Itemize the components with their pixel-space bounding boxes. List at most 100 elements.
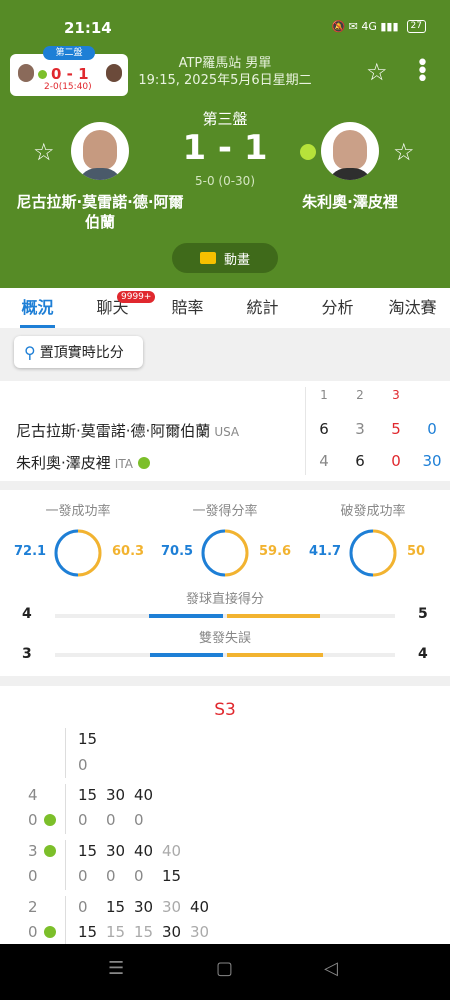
point-bottom: 0 xyxy=(78,867,88,885)
game-count-bottom: 0 xyxy=(28,867,38,885)
home-icon[interactable]: ▢ xyxy=(216,958,233,979)
tab-label: 淘汰賽 xyxy=(388,298,437,317)
point-top: 40 xyxy=(190,898,210,916)
tab-label: 分析 xyxy=(321,298,354,317)
score-cell: 6 xyxy=(355,452,365,470)
player2-favorite-star-icon[interactable]: ☆ xyxy=(393,138,415,166)
set-header: 3 xyxy=(392,388,400,402)
player1-name[interactable]: 尼古拉斯·莫雷諾·德·阿爾伯蘭 xyxy=(14,192,186,232)
menu-icon[interactable]: ☰ xyxy=(108,958,124,979)
point-top: 15 xyxy=(78,842,98,860)
set-tab-s3[interactable]: S3 xyxy=(175,700,275,720)
player2-shirt xyxy=(327,168,373,180)
scoreboard: 1 2 3 尼古拉斯·莫雷諾·德·阿爾伯蘭 USA 6 3 5 0 朱利奧·澤皮裡… xyxy=(0,381,450,481)
player1-row-name: 尼古拉斯·莫雷諾·德·阿爾伯蘭 USA xyxy=(16,420,239,441)
previous-set-subscore: 2-0(15:40) xyxy=(44,82,92,92)
tab-odds[interactable]: 賠率 xyxy=(150,288,225,328)
player2-face xyxy=(333,130,367,170)
current-set-label: 第三盤 xyxy=(202,110,248,128)
player1-avatar[interactable] xyxy=(71,122,129,180)
score-cell: 4 xyxy=(319,452,329,470)
tab-overview[interactable]: 概況 xyxy=(0,288,75,328)
back-icon[interactable]: ◁ xyxy=(324,958,338,979)
point-bottom: 0 xyxy=(106,811,116,829)
favorite-match-star-icon[interactable]: ☆ xyxy=(366,58,388,86)
tab-label: 概況 xyxy=(21,298,54,317)
event-name: ATP羅馬站 男單 xyxy=(178,56,272,71)
double-faults-bar-p1 xyxy=(150,653,223,657)
tab-bar: 概況 聊天 9999+ 賠率 統計 分析 淘汰賽 xyxy=(0,288,450,328)
bar-value-p2: 4 xyxy=(418,646,428,662)
point-bottom: 0 xyxy=(78,756,88,774)
serving-indicator-icon xyxy=(300,144,316,160)
game-count-bottom: 0 xyxy=(28,811,38,829)
serve-check-icon xyxy=(44,814,56,826)
status-bar: 21:14 🔕 ✉ 4G ▮▮▮ 27 xyxy=(0,0,450,48)
stat-title: 破發成功率 xyxy=(340,504,406,519)
point-cell: 30 xyxy=(422,452,442,470)
stat-value-p2: 59.6 xyxy=(259,544,292,559)
double-faults-bar-p2 xyxy=(227,653,323,657)
stat-value-p2: 60.3 xyxy=(112,544,145,559)
player1-mini-avatar xyxy=(18,64,34,82)
tab-knockout[interactable]: 淘汰賽 xyxy=(375,288,450,328)
point-bottom: 15 xyxy=(106,923,126,941)
player1-shirt xyxy=(77,168,123,180)
point-by-point: S3 15 0 4 0 15 30 40 0 0 0 3 0 15 30 40 … xyxy=(0,686,450,944)
stat-value-p1: 72.1 xyxy=(14,544,47,559)
serve-check-icon xyxy=(44,845,56,857)
event-datetime: 19:15, 2025年5月6日星期二 xyxy=(138,73,312,88)
score-cell: 0 xyxy=(391,452,401,470)
tab-stats[interactable]: 統計 xyxy=(225,288,300,328)
serve-check-icon xyxy=(44,926,56,938)
point-bottom: 15 xyxy=(162,867,182,885)
aces-bar xyxy=(55,614,395,618)
point-bottom: 15 xyxy=(134,923,154,941)
status-icons-text: 🔕 ✉ 4G ▮▮▮ xyxy=(331,20,399,33)
stat-value-p1: 41.7 xyxy=(309,544,342,559)
player1-country: USA xyxy=(214,425,240,439)
event-info: ATP羅馬站 男單 19:15, 2025年5月6日星期二 xyxy=(130,55,320,89)
pin-icon: ⚲ xyxy=(24,342,36,362)
tab-analysis[interactable]: 分析 xyxy=(300,288,375,328)
serve-check-icon xyxy=(38,70,47,79)
tab-chat[interactable]: 聊天 9999+ xyxy=(75,288,156,328)
point-top: 30 xyxy=(162,898,182,916)
bar-title: 雙發失誤 xyxy=(198,631,251,646)
scoreboard-row-player2[interactable]: 朱利奧·澤皮裡 ITA 4 6 0 30 xyxy=(0,447,450,477)
game-count-top: 3 xyxy=(28,842,38,860)
animation-button[interactable]: 動畫 xyxy=(172,243,278,273)
more-menu-icon[interactable]: • • • xyxy=(416,53,429,91)
divider xyxy=(65,896,66,944)
point-bottom: 0 xyxy=(78,811,88,829)
tab-label: 賠率 xyxy=(171,298,204,317)
aces-bar-p1 xyxy=(149,614,223,618)
first-serve-ring xyxy=(54,529,102,577)
stat-title: 一發得分率 xyxy=(192,504,258,519)
player2-name[interactable]: 朱利奧·澤皮裡 xyxy=(290,192,410,212)
previous-set-widget[interactable]: 第二盤 0 - 1 2-0(15:40) xyxy=(10,46,128,96)
bar-value-p1: 4 xyxy=(22,606,32,622)
divider xyxy=(65,840,66,890)
point-top: 15 xyxy=(78,786,98,804)
previous-set-score: 0 - 1 xyxy=(51,65,89,83)
system-nav-bar: ☰ ▢ ◁ xyxy=(0,944,450,1000)
score-cell: 6 xyxy=(319,420,329,438)
stat-value-p2: 50 xyxy=(407,544,426,559)
player2-row-name: 朱利奧·澤皮裡 ITA xyxy=(16,452,150,473)
player1-favorite-star-icon[interactable]: ☆ xyxy=(33,138,55,166)
point-top: 40 xyxy=(134,786,154,804)
point-bottom: 0 xyxy=(134,811,144,829)
point-top: 30 xyxy=(134,898,154,916)
player2-avatar[interactable] xyxy=(321,122,379,180)
set-score: 1 - 1 xyxy=(182,128,268,168)
pin-live-score-button[interactable]: ⚲ 置頂實時比分 xyxy=(14,336,143,368)
status-time: 21:14 xyxy=(64,19,112,37)
point-bottom: 0 xyxy=(106,867,116,885)
scoreboard-row-player1[interactable]: 尼古拉斯·莫雷諾·德·阿爾伯蘭 USA 6 3 5 0 xyxy=(0,415,450,445)
bar-value-p1: 3 xyxy=(22,646,32,662)
player2-mini-avatar xyxy=(106,64,122,82)
stats-panel: 一發成功率 一發得分率 破發成功率 72.1 60.3 70.5 59.6 41… xyxy=(0,490,450,676)
bar-value-p2: 5 xyxy=(418,606,428,622)
animation-label: 動畫 xyxy=(223,252,250,268)
